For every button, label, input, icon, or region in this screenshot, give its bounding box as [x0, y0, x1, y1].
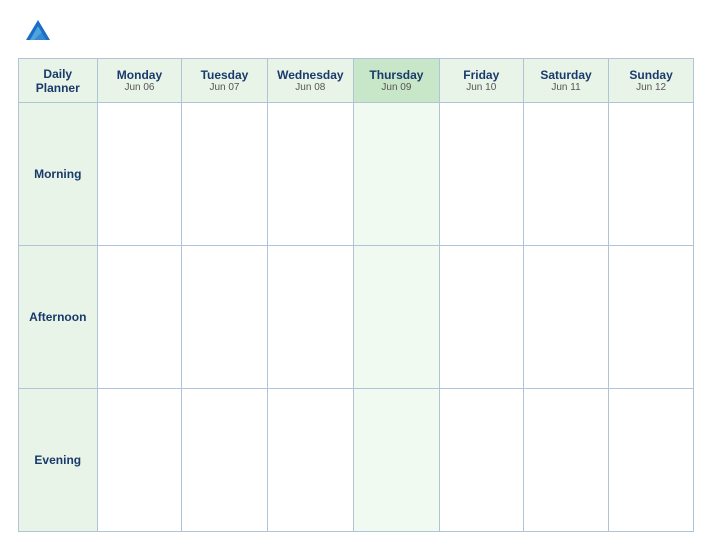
cell-evening-monday[interactable] [97, 389, 182, 532]
cell-evening-friday[interactable] [439, 389, 523, 532]
col-header-monday: MondayJun 06 [97, 59, 182, 103]
cell-morning-wednesday[interactable] [267, 103, 354, 246]
col-header-sunday: SundayJun 12 [609, 59, 694, 103]
table-row: Afternoon [19, 246, 694, 389]
cell-afternoon-wednesday[interactable] [267, 246, 354, 389]
page: DailyPlanner MondayJun 06TuesdayJun 07We… [0, 0, 712, 550]
cell-evening-thursday[interactable] [354, 389, 440, 532]
cell-afternoon-tuesday[interactable] [182, 246, 267, 389]
calendar-table: DailyPlanner MondayJun 06TuesdayJun 07We… [18, 58, 694, 532]
cell-morning-monday[interactable] [97, 103, 182, 246]
cell-afternoon-thursday[interactable] [354, 246, 440, 389]
cell-evening-saturday[interactable] [523, 389, 608, 532]
cell-afternoon-saturday[interactable] [523, 246, 608, 389]
row-label-afternoon: Afternoon [19, 246, 98, 389]
cell-morning-sunday[interactable] [609, 103, 694, 246]
table-row: Evening [19, 389, 694, 532]
cell-evening-tuesday[interactable] [182, 389, 267, 532]
cell-morning-thursday[interactable] [354, 103, 440, 246]
cell-morning-saturday[interactable] [523, 103, 608, 246]
col-header-saturday: SaturdayJun 11 [523, 59, 608, 103]
cell-afternoon-monday[interactable] [97, 246, 182, 389]
cell-morning-tuesday[interactable] [182, 103, 267, 246]
col-header-wednesday: WednesdayJun 08 [267, 59, 354, 103]
header [18, 18, 694, 46]
col-header-friday: FridayJun 10 [439, 59, 523, 103]
row-label-evening: Evening [19, 389, 98, 532]
col-header-tuesday: TuesdayJun 07 [182, 59, 267, 103]
table-row: Morning [19, 103, 694, 246]
row-label-morning: Morning [19, 103, 98, 246]
logo-icon [24, 18, 52, 46]
cell-evening-sunday[interactable] [609, 389, 694, 532]
cell-afternoon-friday[interactable] [439, 246, 523, 389]
col-header-thursday: ThursdayJun 09 [354, 59, 440, 103]
cell-morning-friday[interactable] [439, 103, 523, 246]
logo-area [18, 18, 52, 46]
cell-afternoon-sunday[interactable] [609, 246, 694, 389]
col-header-label: DailyPlanner [19, 59, 98, 103]
cell-evening-wednesday[interactable] [267, 389, 354, 532]
